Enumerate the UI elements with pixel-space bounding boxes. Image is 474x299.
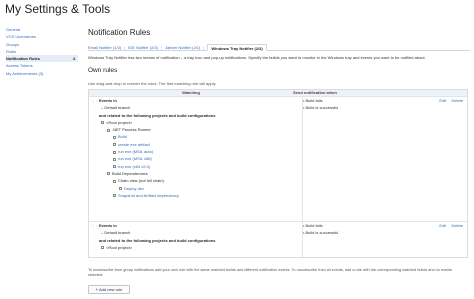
checkbox-icon[interactable] xyxy=(107,172,110,176)
delete-link[interactable]: Delete xyxy=(451,223,463,228)
tree-item: Build Dependencies xyxy=(99,170,467,177)
checkbox-icon[interactable] xyxy=(119,187,122,190)
checkbox-icon[interactable] xyxy=(113,135,116,139)
tree-item: .NET Process Runner xyxy=(99,126,467,133)
tab-separator: | xyxy=(160,45,163,50)
tab-separator: | xyxy=(203,45,205,50)
sidebar: General VCS Usernames Groups Roles Notif… xyxy=(6,26,78,77)
column-divider xyxy=(302,97,303,221)
sidebar-item-roles[interactable]: Roles xyxy=(6,48,78,55)
count-badge: 4 xyxy=(72,56,75,62)
related-label: and related to the following projects an… xyxy=(99,237,216,243)
checkbox-icon[interactable] xyxy=(113,157,116,161)
sidebar-item-notification-rules[interactable]: Notification Rules 4 xyxy=(6,55,78,63)
tree-item: create exe artifact xyxy=(99,141,467,148)
rule-conditions: • Build fails • Build is successful xyxy=(303,222,338,237)
tree-item: Chain view (not full chain) xyxy=(99,177,467,184)
own-rules-title: Own rules xyxy=(88,67,118,74)
condition-item: • Build fails xyxy=(303,223,323,228)
tab-windows-tray-notifier[interactable]: Windows Tray Notifier (2/3) xyxy=(207,44,267,51)
add-new-rule-button[interactable]: +Add new rule xyxy=(88,285,130,294)
events-in-label: Events in xyxy=(99,98,117,103)
checkbox-icon[interactable] xyxy=(113,179,116,183)
page-title: My Settings & Tools xyxy=(5,2,111,16)
section-title: Notification Rules xyxy=(88,28,151,37)
edit-link[interactable]: Edit xyxy=(439,98,446,103)
checkbox-icon[interactable] xyxy=(113,143,116,147)
tree-item: Deploy dev xyxy=(99,185,467,192)
sidebar-item-achievements[interactable]: My Achievements (3) xyxy=(6,70,78,77)
branch-filter: – Default branch xyxy=(101,230,131,236)
checkbox-icon[interactable] xyxy=(101,246,104,250)
notifier-tabs: Email Notifier (1/3) | IDE Notifier (2/3… xyxy=(88,44,470,51)
tree-item: Snapshot and Artifact dependency xyxy=(99,192,467,199)
main-content: Notification Rules Email Notifier (1/3) … xyxy=(88,28,470,258)
checkbox-icon[interactable] xyxy=(113,150,116,154)
tree-item: run exe (MSIL x86) xyxy=(99,155,467,162)
drag-handle-icon[interactable]: ⋮⋮ xyxy=(91,224,99,229)
unsubscribe-note: To unsubscribe from group notifications … xyxy=(88,268,453,277)
sidebar-item-general[interactable]: General xyxy=(6,26,78,33)
checkbox-icon[interactable] xyxy=(113,165,116,169)
checkbox-icon[interactable] xyxy=(113,194,116,198)
checkbox-icon[interactable] xyxy=(101,121,104,125)
sidebar-item-groups[interactable]: Groups xyxy=(6,41,78,48)
checkbox-icon[interactable] xyxy=(107,128,110,132)
tab-ide-notifier[interactable]: IDE Notifier (2/3) xyxy=(128,44,158,50)
events-in-label: Events in xyxy=(99,223,117,228)
condition-item: • Build is successful xyxy=(303,230,339,236)
related-label: and related to the following projects an… xyxy=(99,112,216,118)
condition-item: • Build is successful xyxy=(303,105,339,111)
tab-separator: | xyxy=(124,45,126,50)
rules-table: Watching Send notification when ⋮⋮ Event… xyxy=(88,89,468,258)
rule-row: ⋮⋮ Events in – Default branch and relate… xyxy=(89,96,467,221)
plus-icon: + xyxy=(95,287,98,292)
tree-item: run exe (MSIL auto) xyxy=(99,148,467,155)
tree-item: Build xyxy=(99,133,467,140)
rule-conditions: • Build fails • Build is successful xyxy=(303,97,338,112)
edit-link[interactable]: Edit xyxy=(439,223,446,228)
rule-watching: Events in – Default branch and related t… xyxy=(89,222,467,251)
sidebar-item-access-tokens[interactable]: Access Tokens xyxy=(6,62,78,69)
branch-filter: – Default branch xyxy=(101,105,131,111)
tab-jabber-notifier[interactable]: Jabber Notifier (2/1) xyxy=(165,44,200,50)
sidebar-item-vcs-usernames[interactable]: VCS Usernames xyxy=(6,33,78,40)
tab-email-notifier[interactable]: Email Notifier (1/3) xyxy=(88,44,121,50)
rule-row: ⋮⋮ Events in – Default branch and relate… xyxy=(89,221,467,257)
rule-actions: Edit Delete xyxy=(435,222,463,229)
rule-actions: Edit Delete xyxy=(435,97,463,104)
tree-item: run exe (x64 v2.0) xyxy=(99,163,467,170)
tree-item: <Root project> xyxy=(99,119,467,126)
description: Windows Tray Notifier has two means of n… xyxy=(88,55,426,60)
drag-handle-icon[interactable]: ⋮⋮ xyxy=(91,99,99,104)
tree-item: <Root project> xyxy=(99,244,467,251)
delete-link[interactable]: Delete xyxy=(451,98,463,103)
condition-item: • Build fails xyxy=(303,98,323,103)
reorder-hint: Use drag-and-drop to reorder the rules. … xyxy=(88,81,217,86)
rule-watching: Events in – Default branch and related t… xyxy=(89,97,467,199)
